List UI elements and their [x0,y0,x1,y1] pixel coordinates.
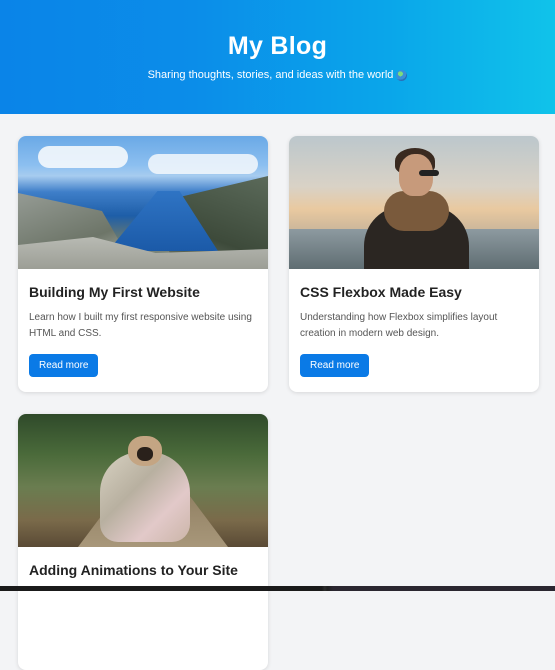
subtitle-text: Sharing thoughts, stories, and ideas wit… [147,69,394,81]
site-header: My Blog Sharing thoughts, stories, and i… [0,0,555,114]
read-more-button[interactable]: Read more [300,354,370,377]
post-card: CSS Flexbox Made Easy Understanding how … [289,136,539,392]
post-description: Learn how I built my first responsive we… [29,312,252,339]
globe-icon [396,69,408,81]
post-body: Building My First Website Learn how I bu… [18,284,268,377]
post-card: Building My First Website Learn how I bu… [18,136,268,392]
page-title: My Blog [227,32,328,60]
post-title: Adding Animations to Your Site [29,562,238,578]
post-image [18,136,268,269]
post-image [18,414,268,547]
post-body: Adding Animations to Your Site [18,562,268,578]
post-title: Building My First Website [29,284,200,300]
bottom-bar [0,586,555,591]
read-more-button[interactable]: Read more [29,354,99,377]
post-body: CSS Flexbox Made Easy Understanding how … [289,284,539,377]
post-description: Understanding how Flexbox simplifies lay… [300,312,498,339]
post-title: CSS Flexbox Made Easy [300,284,462,300]
post-image [289,136,539,269]
site-subtitle: Sharing thoughts, stories, and ideas wit… [148,68,408,82]
post-card: Adding Animations to Your Site [18,414,268,670]
